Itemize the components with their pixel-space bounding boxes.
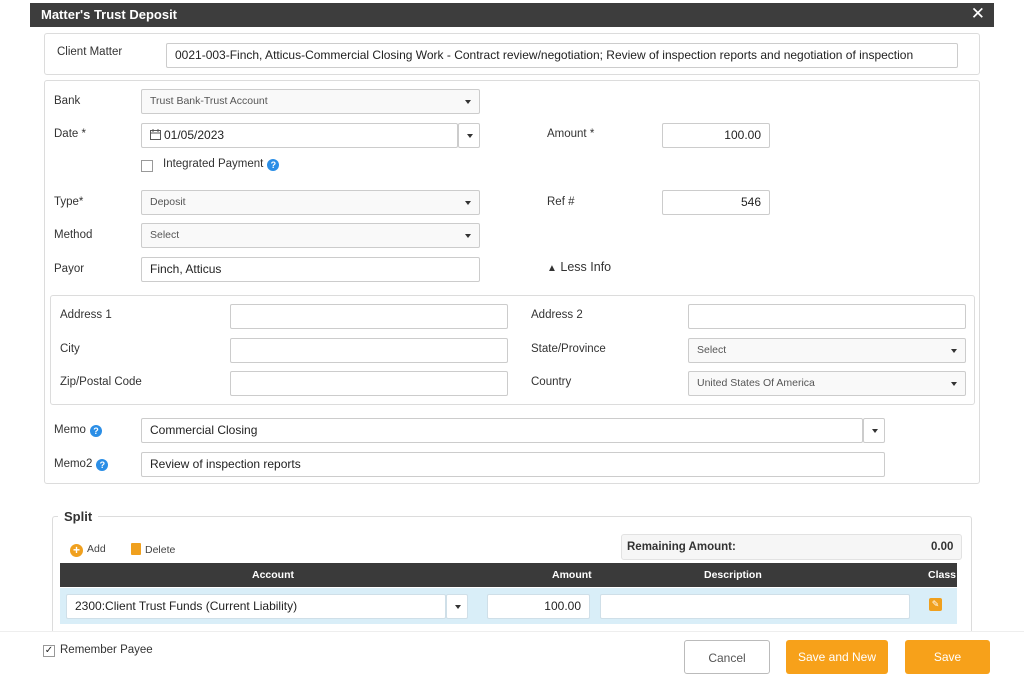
bank-select[interactable]: Trust Bank-Trust Account (141, 89, 480, 114)
remember-payee-label: Remember Payee (60, 644, 153, 656)
split-account-dropdown[interactable] (446, 594, 468, 619)
split-amount-field[interactable]: 100.00 (487, 594, 590, 619)
less-info-toggle[interactable]: ▲ Less Info (547, 260, 611, 274)
type-label: Type* (54, 196, 84, 208)
col-class: Class (928, 569, 957, 581)
date-label: Date * (54, 128, 86, 140)
memo-dropdown-button[interactable] (863, 418, 885, 443)
method-value: Select (150, 229, 180, 241)
city-label: City (60, 343, 80, 355)
integrated-payment-checkbox[interactable] (141, 160, 153, 172)
split-grid-header: Account Amount Description Class (60, 563, 957, 587)
state-select[interactable]: Select (688, 338, 966, 363)
col-description: Description (704, 569, 762, 581)
address1-field[interactable] (230, 304, 508, 329)
bank-value: Trust Bank-Trust Account (150, 95, 268, 107)
chevron-down-icon (465, 234, 471, 238)
chevron-down-icon (951, 382, 957, 386)
ref-field[interactable]: 546 (662, 190, 770, 215)
dialog-title: Matter's Trust Deposit (41, 7, 178, 22)
country-value: United States Of America (697, 377, 815, 389)
chevron-down-icon (465, 100, 471, 104)
remember-payee-checkbox[interactable]: ✓ (43, 645, 55, 657)
client-matter-field[interactable]: 0021-003-Finch, Atticus-Commercial Closi… (166, 43, 958, 68)
cancel-button[interactable]: Cancel (684, 640, 770, 674)
chevron-down-icon (951, 349, 957, 353)
state-value: Select (697, 344, 727, 356)
chevron-down-icon (467, 134, 473, 138)
integrated-payment-text: Integrated Payment (163, 158, 264, 170)
add-split-button[interactable]: + Add (70, 543, 106, 557)
remaining-amount-value: 0.00 (931, 541, 954, 553)
col-account: Account (252, 569, 294, 581)
dialog-titlebar: Matter's Trust Deposit ✕ (30, 3, 994, 27)
amount-field[interactable]: 100.00 (662, 123, 770, 148)
save-and-new-button[interactable]: Save and New (786, 640, 888, 674)
bank-label: Bank (54, 95, 81, 107)
remaining-amount-label: Remaining Amount: (627, 541, 736, 553)
chevron-down-icon (465, 201, 471, 205)
delete-split-button[interactable]: Delete (131, 543, 175, 556)
col-amount: Amount (552, 569, 592, 581)
country-select[interactable]: United States Of America (688, 371, 966, 396)
memo-field[interactable]: Commercial Closing (141, 418, 863, 443)
chevron-down-icon (872, 429, 878, 433)
split-description-field[interactable] (600, 594, 910, 619)
plus-circle-icon: + (70, 544, 83, 557)
save-button[interactable]: Save (905, 640, 990, 674)
split-legend: Split (58, 509, 99, 524)
delete-label: Delete (145, 544, 176, 556)
country-label: Country (531, 376, 572, 388)
address1-label: Address 1 (60, 309, 112, 321)
memo2-label: Memo2? (54, 458, 109, 471)
amount-label: Amount * (547, 128, 595, 140)
less-info-label: Less Info (560, 260, 612, 274)
method-label: Method (54, 229, 93, 241)
add-label: Add (87, 543, 106, 555)
edit-class-icon[interactable]: ✎ (929, 598, 942, 611)
state-label: State/Province (531, 343, 606, 355)
address2-label: Address 2 (531, 309, 583, 321)
zip-field[interactable] (230, 371, 508, 396)
integrated-payment-label: Integrated Payment? (163, 158, 280, 171)
split-account-field[interactable]: 2300:Client Trust Funds (Current Liabili… (66, 594, 446, 619)
memo2-label-text: Memo2 (54, 458, 93, 470)
zip-label: Zip/Postal Code (60, 376, 142, 388)
memo-label: Memo? (54, 424, 102, 437)
city-field[interactable] (230, 338, 508, 363)
chevron-down-icon (455, 605, 461, 609)
date-dropdown-button[interactable] (458, 123, 480, 148)
client-matter-label: Client Matter (57, 46, 123, 58)
date-value: 01/05/2023 (164, 128, 225, 142)
ref-label: Ref # (547, 196, 575, 208)
memo2-field[interactable]: Review of inspection reports (141, 452, 885, 477)
date-field[interactable]: 01/05/2023 (141, 123, 458, 148)
help-icon[interactable]: ? (96, 459, 109, 471)
close-icon[interactable]: ✕ (971, 4, 985, 24)
payor-label: Payor (54, 263, 85, 275)
type-value: Deposit (150, 196, 186, 208)
address2-field[interactable] (688, 304, 966, 329)
method-select[interactable]: Select (141, 223, 480, 248)
triangle-up-icon: ▲ (547, 263, 557, 274)
help-icon[interactable]: ? (89, 425, 102, 437)
memo-label-text: Memo (54, 424, 86, 436)
payor-field[interactable]: Finch, Atticus (141, 257, 480, 282)
calendar-icon (150, 129, 161, 140)
trash-icon (131, 543, 141, 555)
type-select[interactable]: Deposit (141, 190, 480, 215)
help-icon[interactable]: ? (267, 159, 280, 171)
